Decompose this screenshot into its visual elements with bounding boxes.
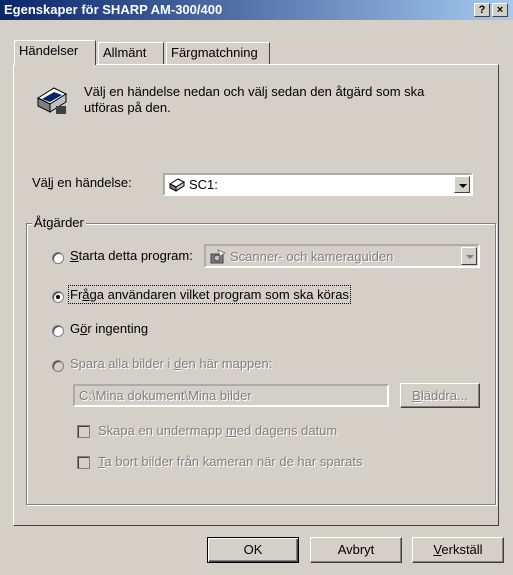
window-title: Egenskaper för SHARP AM-300/400 [4, 2, 223, 17]
create-subfolder-label: Skapa en undermapp med dagens datum [98, 423, 338, 438]
apply-button[interactable]: Verkställ [412, 537, 504, 563]
help-button[interactable]: ? [474, 3, 490, 17]
scanner-icon [36, 87, 68, 114]
folder-path-value: C:\Mina dokument\Mina bilder [79, 388, 252, 403]
properties-dialog: Egenskaper för SHARP AM-300/400 ? × Händ… [0, 0, 513, 575]
tab-events[interactable]: Händelser [14, 40, 96, 65]
title-bar: Egenskaper för SHARP AM-300/400 ? × [0, 0, 513, 20]
event-label: Välj en händelse: [32, 175, 132, 190]
tab-general[interactable]: Allmänt [98, 42, 164, 64]
intro-line-2: utföras på den. [84, 100, 171, 115]
radio-do-nothing[interactable] [52, 325, 64, 337]
program-select: Scanner- och kameraguiden [204, 244, 480, 268]
scanner-small-icon [169, 178, 185, 192]
tab-color-matching[interactable]: Färgmatchning [166, 42, 270, 64]
chevron-down-icon [466, 255, 474, 259]
chevron-down-icon [459, 184, 467, 188]
event-dropdown-button[interactable] [454, 176, 470, 193]
checkbox-create-subfolder[interactable] [77, 425, 90, 438]
radio-save-all[interactable] [52, 360, 64, 372]
radio-start-program[interactable] [52, 252, 64, 264]
radio-ask-user[interactable] [52, 291, 64, 303]
ask-user-label: Fråga användaren vilket program som ska … [68, 285, 351, 304]
delete-from-camera-label: Ta bort bilder från kameran när de har s… [98, 454, 363, 469]
browse-button: Bläddra... [400, 383, 480, 408]
actions-group-title: Åtgärder [32, 215, 86, 230]
cancel-button[interactable]: Avbryt [310, 537, 402, 563]
do-nothing-label: Gör ingenting [70, 321, 149, 336]
ok-button[interactable]: OK [207, 537, 299, 563]
program-select-value: Scanner- och kameraguiden [230, 249, 394, 264]
camera-scanner-icon [210, 249, 226, 264]
start-program-label: Starta detta program: [70, 248, 193, 263]
checkbox-delete-from-camera[interactable] [77, 456, 90, 469]
program-dropdown-button [461, 247, 477, 265]
close-button[interactable]: × [492, 3, 508, 17]
save-all-label: Spara alla bilder i den här mappen: [70, 356, 273, 371]
intro-line-1: Välj en händelse nedan och välj sedan de… [84, 84, 425, 99]
event-select[interactable]: SC1: [163, 173, 473, 196]
event-select-value: SC1: [189, 177, 218, 192]
folder-path-field: C:\Mina dokument\Mina bilder [73, 384, 389, 407]
